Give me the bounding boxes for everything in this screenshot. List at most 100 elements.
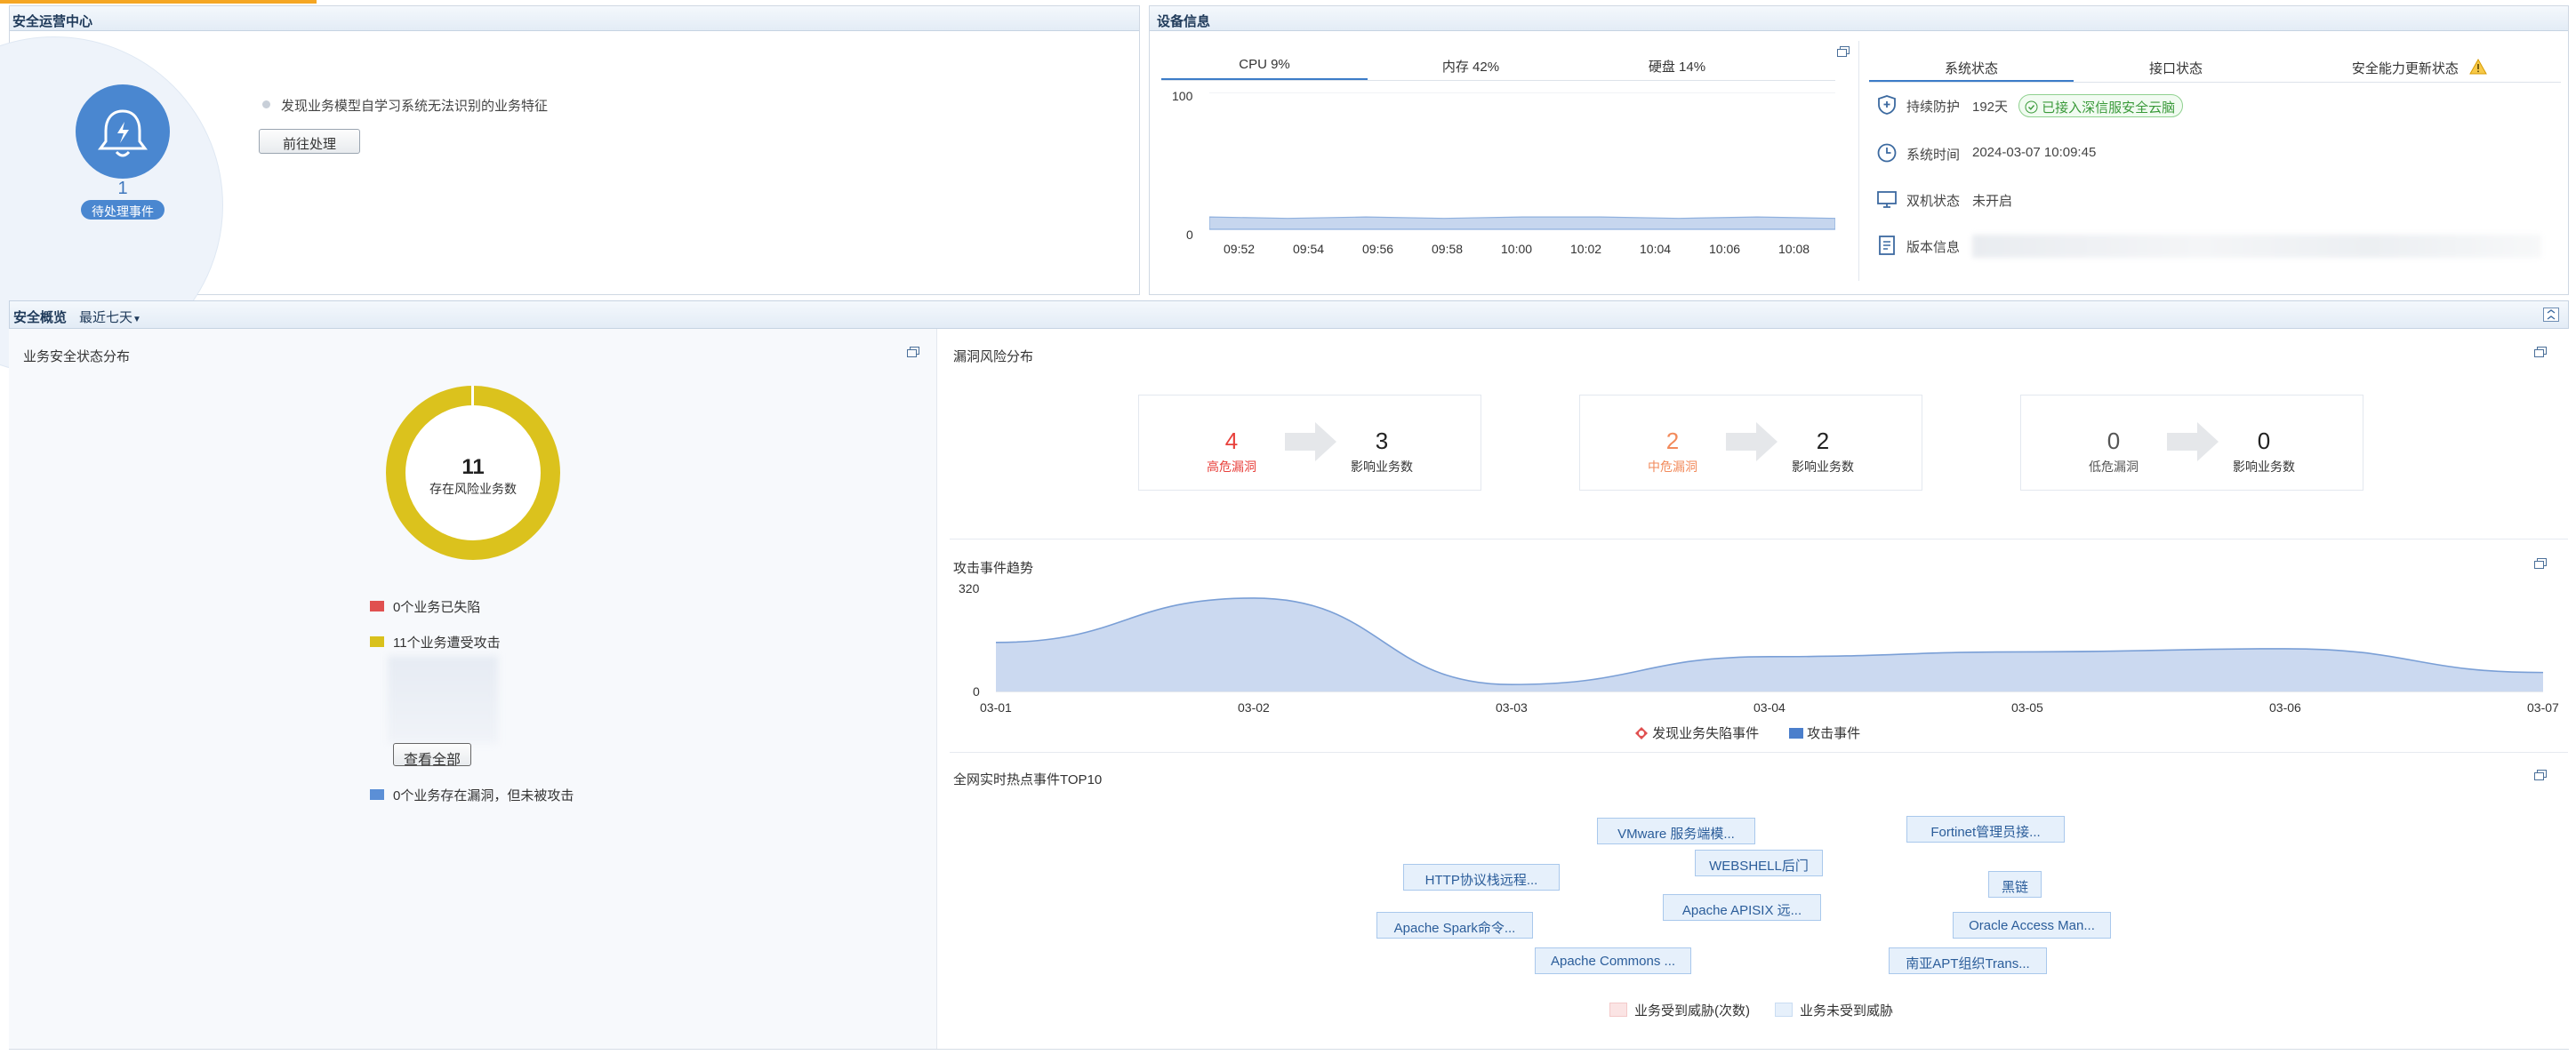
restore-icon[interactable] [907,347,919,357]
info-row-time: 系统时间 2024-03-07 10:09:45 [1876,142,2552,164]
tab-system-status[interactable]: 系统状态 [1869,52,2074,82]
monitor-icon [1876,188,1898,210]
pending-label[interactable]: 待处理事件 [81,200,165,220]
high-affected-label: 影响业务数 [1351,460,1413,474]
legend-compromised-swatch [370,601,384,611]
legend-compromise-event[interactable]: 发现业务失陷事件 [1634,723,1759,741]
not-threatened-swatch [1775,1003,1793,1017]
device-divider [1858,41,1859,281]
legend-threatened[interactable]: 业务受到威胁(次数) [1634,1001,1750,1019]
medium-vuln-count: 2 [1665,428,1680,454]
attack-x-tick: 03-05 [2011,700,2043,715]
collapse-icon[interactable] [2543,308,2559,322]
range-dropdown[interactable]: 最近七天▼ [79,308,141,326]
tab-memory[interactable]: 内存 42% [1368,50,1574,80]
arrow-right-icon [1726,422,1778,461]
protection-days: 192天 [1972,100,2009,115]
hot-event-tag[interactable]: Apache APISIX 远... [1663,894,1821,921]
cloud-badge[interactable]: 已接入深信服安全云脑 [2018,94,2184,117]
cpu-x-tick: 09:58 [1432,242,1464,256]
threatened-swatch [1609,1003,1627,1017]
tab-cpu[interactable]: CPU 9% [1161,50,1368,80]
low-affected-label: 影响业务数 [2233,460,2295,474]
high-vuln-label: 高危漏洞 [1207,460,1256,474]
cpu-x-tick: 09:54 [1293,242,1325,256]
high-affected-count: 3 [1375,428,1389,454]
vuln-card-low[interactable]: 0 低危漏洞 0 影响业务数 [2020,395,2363,491]
compromise-event-icon [1635,727,1648,739]
top-tab-indicator [0,0,317,4]
pending-count: 1 [117,179,128,198]
hot-event-tag[interactable]: Apache Spark命令... [1376,912,1533,939]
donut-value: 11 [461,455,485,479]
cpu-ytick-min: 0 [1186,228,1193,242]
medium-affected-label: 影响业务数 [1792,460,1854,474]
overview-title: 安全概览 [13,310,68,325]
ha-label: 双机状态 [1906,194,1961,209]
legend-attacked[interactable]: 11个业务遭受攻击 [393,633,501,651]
vuln-card-medium[interactable]: 2 中危漏洞 2 影响业务数 [1579,395,1922,491]
check-icon [2025,100,2038,117]
ha-value: 未开启 [1972,194,2013,209]
legend-vulnerable-swatch [370,789,384,800]
medium-affected-count: 2 [1816,428,1830,454]
hot-event-tag[interactable]: VMware 服务端模... [1597,818,1755,844]
business-status-title: 业务安全状态分布 [23,349,131,364]
status-tab-underline [1869,82,2561,83]
blurred-business-list [388,656,498,743]
hot-event-tag[interactable]: Oracle Access Man... [1953,912,2111,939]
time-value: 2024-03-07 10:09:45 [1972,145,2097,160]
vuln-card-high[interactable]: 4 高危漏洞 3 影响业务数 [1138,395,1481,491]
version-label: 版本信息 [1906,240,1961,255]
attack-x-tick: 03-06 [2269,700,2301,715]
attack-ytick-max: 320 [959,581,980,595]
vuln-title: 漏洞风险分布 [953,349,1034,364]
hot-event-tag[interactable]: 南亚APT组织Trans... [1889,947,2047,974]
attack-chart [996,597,2543,692]
attack-x-tick: 03-07 [2527,700,2559,715]
legend-compromised[interactable]: 0个业务已失陷 [393,597,480,616]
attack-x-tick: 03-04 [1753,700,1786,715]
section-divider [950,752,2568,753]
info-row-ha: 双机状态 未开启 [1876,188,2552,210]
info-row-protection: 持续防护 192天 已接入深信服安全云脑 [1876,94,2552,117]
cpu-x-tick: 09:52 [1224,242,1256,256]
bell-icon[interactable] [76,84,170,179]
restore-icon[interactable] [2534,770,2547,780]
restore-icon[interactable] [2534,347,2547,357]
version-value-blurred [1972,235,2541,258]
attack-area-series [996,597,2543,691]
warning-icon [2469,58,2487,78]
tab-interface-status[interactable]: 接口状态 [2074,52,2278,82]
restore-icon[interactable] [2534,558,2547,569]
view-all-button[interactable]: 查看全部 [393,743,471,768]
device-info-title: 设备信息 [1150,6,2568,31]
hot-event-tag[interactable]: Fortinet管理员接... [1906,816,2065,843]
cpu-ytick-max: 100 [1172,89,1193,103]
cpu-x-tick: 10:08 [1778,242,1810,256]
hot-event-tag[interactable]: 黑链 [1988,871,2042,898]
bottom-border [9,1049,2569,1050]
legend-not-threatened[interactable]: 业务未受到威胁 [1800,1001,1893,1019]
document-icon [1876,235,1898,256]
legend-attack-event-label: 攻击事件 [1807,726,1861,741]
tab-capability-update[interactable]: 安全能力更新状态 [2278,52,2561,82]
restore-icon[interactable] [1837,46,1850,57]
legend-vulnerable[interactable]: 0个业务存在漏洞，但未被攻击 [393,786,574,804]
ops-center-panel: 安全运营中心 1 待处理事件 发现业务模型自学习系统无法识别的业务特征 前往处理 [0,5,1140,374]
cpu-chart [1209,92,1835,230]
legend-attack-event[interactable]: 攻击事件 [1789,723,1860,741]
attack-trend-title: 攻击事件趋势 [953,561,1034,576]
tab-underline [1161,80,1835,81]
attack-event-swatch [1789,728,1803,739]
hot-event-tag[interactable]: WEBSHELL后门 [1695,850,1823,876]
arrow-right-icon [2167,422,2219,461]
hot-event-tag[interactable]: Apache Commons ... [1535,947,1691,974]
medium-vuln-label: 中危漏洞 [1648,460,1697,474]
clock-icon [1876,142,1898,164]
go-handle-button[interactable]: 前往处理 [259,129,360,154]
hot-event-tag[interactable]: HTTP协议栈远程... [1403,864,1560,891]
ops-message: 发现业务模型自学习系统无法识别的业务特征 [281,99,549,114]
tab-disk[interactable]: 硬盘 14% [1574,50,1780,80]
ops-center-title: 安全运营中心 [10,6,1139,31]
